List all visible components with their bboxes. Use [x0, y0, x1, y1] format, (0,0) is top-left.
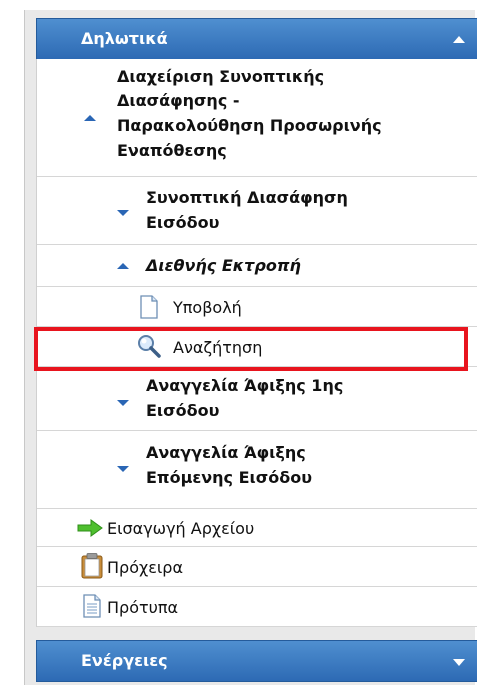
expanded-caret-icon	[84, 115, 96, 121]
menu-item-arrival-notification-first-entry[interactable]: Αναγγελία Άφιξης 1ης Εισόδου	[37, 367, 477, 431]
menu-item-label: Υποβολή	[173, 298, 242, 317]
menu-item-label-line: Αναγγελία Άφιξης	[146, 443, 306, 462]
menu-item-submission[interactable]: Υποβολή	[37, 287, 477, 327]
menu-item-label-line: Επόμενης Εισόδου	[146, 468, 313, 487]
menu-item-label-line: Διασάφησης -	[117, 91, 240, 110]
menu-item-label-line: Παρακολούθηση Προσωρινής	[117, 116, 382, 135]
menu-item-templates[interactable]: Πρότυπα	[37, 587, 477, 627]
section-title: Δηλωτικά	[81, 29, 168, 48]
menu-item-label-line: Αναγγελία Άφιξης 1ης	[146, 376, 344, 395]
collapse-caret-icon[interactable]	[453, 36, 465, 43]
menu-item-label-line: Διαχείριση Συνοπτικής	[117, 67, 325, 86]
expanded-caret-icon	[117, 263, 129, 269]
menu-item-file-import[interactable]: Εισαγωγή Αρχείου	[37, 509, 477, 547]
menu-item-label: Εισαγωγή Αρχείου	[107, 519, 255, 538]
menu-item-label-line: Εισόδου	[146, 401, 220, 420]
menu-item-label: Πρόχειρα	[107, 558, 183, 577]
menu-item-label-line: Εισόδου	[146, 213, 220, 232]
green-arrow-icon	[77, 519, 103, 537]
collapsed-caret-icon	[117, 466, 129, 472]
magnifier-icon	[138, 335, 161, 358]
menu-item-label-line: Συνοπτική Διασάφηση	[146, 188, 348, 207]
collapsed-caret-icon	[117, 400, 129, 406]
collapsed-caret-icon	[117, 210, 129, 216]
section-header-energeies[interactable]: Ενέργειες	[36, 640, 477, 682]
document-lines-icon	[83, 594, 101, 618]
menu-item-summary-declaration-management[interactable]: Διαχείριση Συνοπτικής Διασάφησης - Παρακ…	[37, 59, 477, 177]
expand-caret-icon[interactable]	[453, 659, 465, 666]
menu-item-search[interactable]: Αναζήτηση	[37, 327, 477, 367]
menu-item-label: Αναζήτηση	[173, 338, 263, 357]
menu-item-international-diversion[interactable]: Διεθνής Εκτροπή	[37, 245, 477, 287]
menu-list: Διαχείριση Συνοπτικής Διασάφησης - Παρακ…	[36, 59, 477, 627]
menu-item-label: Πρότυπα	[107, 598, 179, 617]
menu-item-entry-summary-declaration[interactable]: Συνοπτική Διασάφηση Εισόδου	[37, 177, 477, 245]
clipboard-icon	[81, 553, 103, 579]
menu-item-arrival-notification-next-entry[interactable]: Αναγγελία Άφιξης Επόμενης Εισόδου	[37, 431, 477, 509]
menu-item-drafts[interactable]: Πρόχειρα	[37, 547, 477, 587]
menu-item-label-line: Εναπόθεσης	[117, 141, 227, 160]
menu-item-label: Διεθνής Εκτροπή	[146, 256, 301, 275]
document-icon	[140, 295, 158, 319]
section-header-dilotika[interactable]: Δηλωτικά	[36, 18, 477, 60]
section-title: Ενέργειες	[81, 651, 168, 670]
